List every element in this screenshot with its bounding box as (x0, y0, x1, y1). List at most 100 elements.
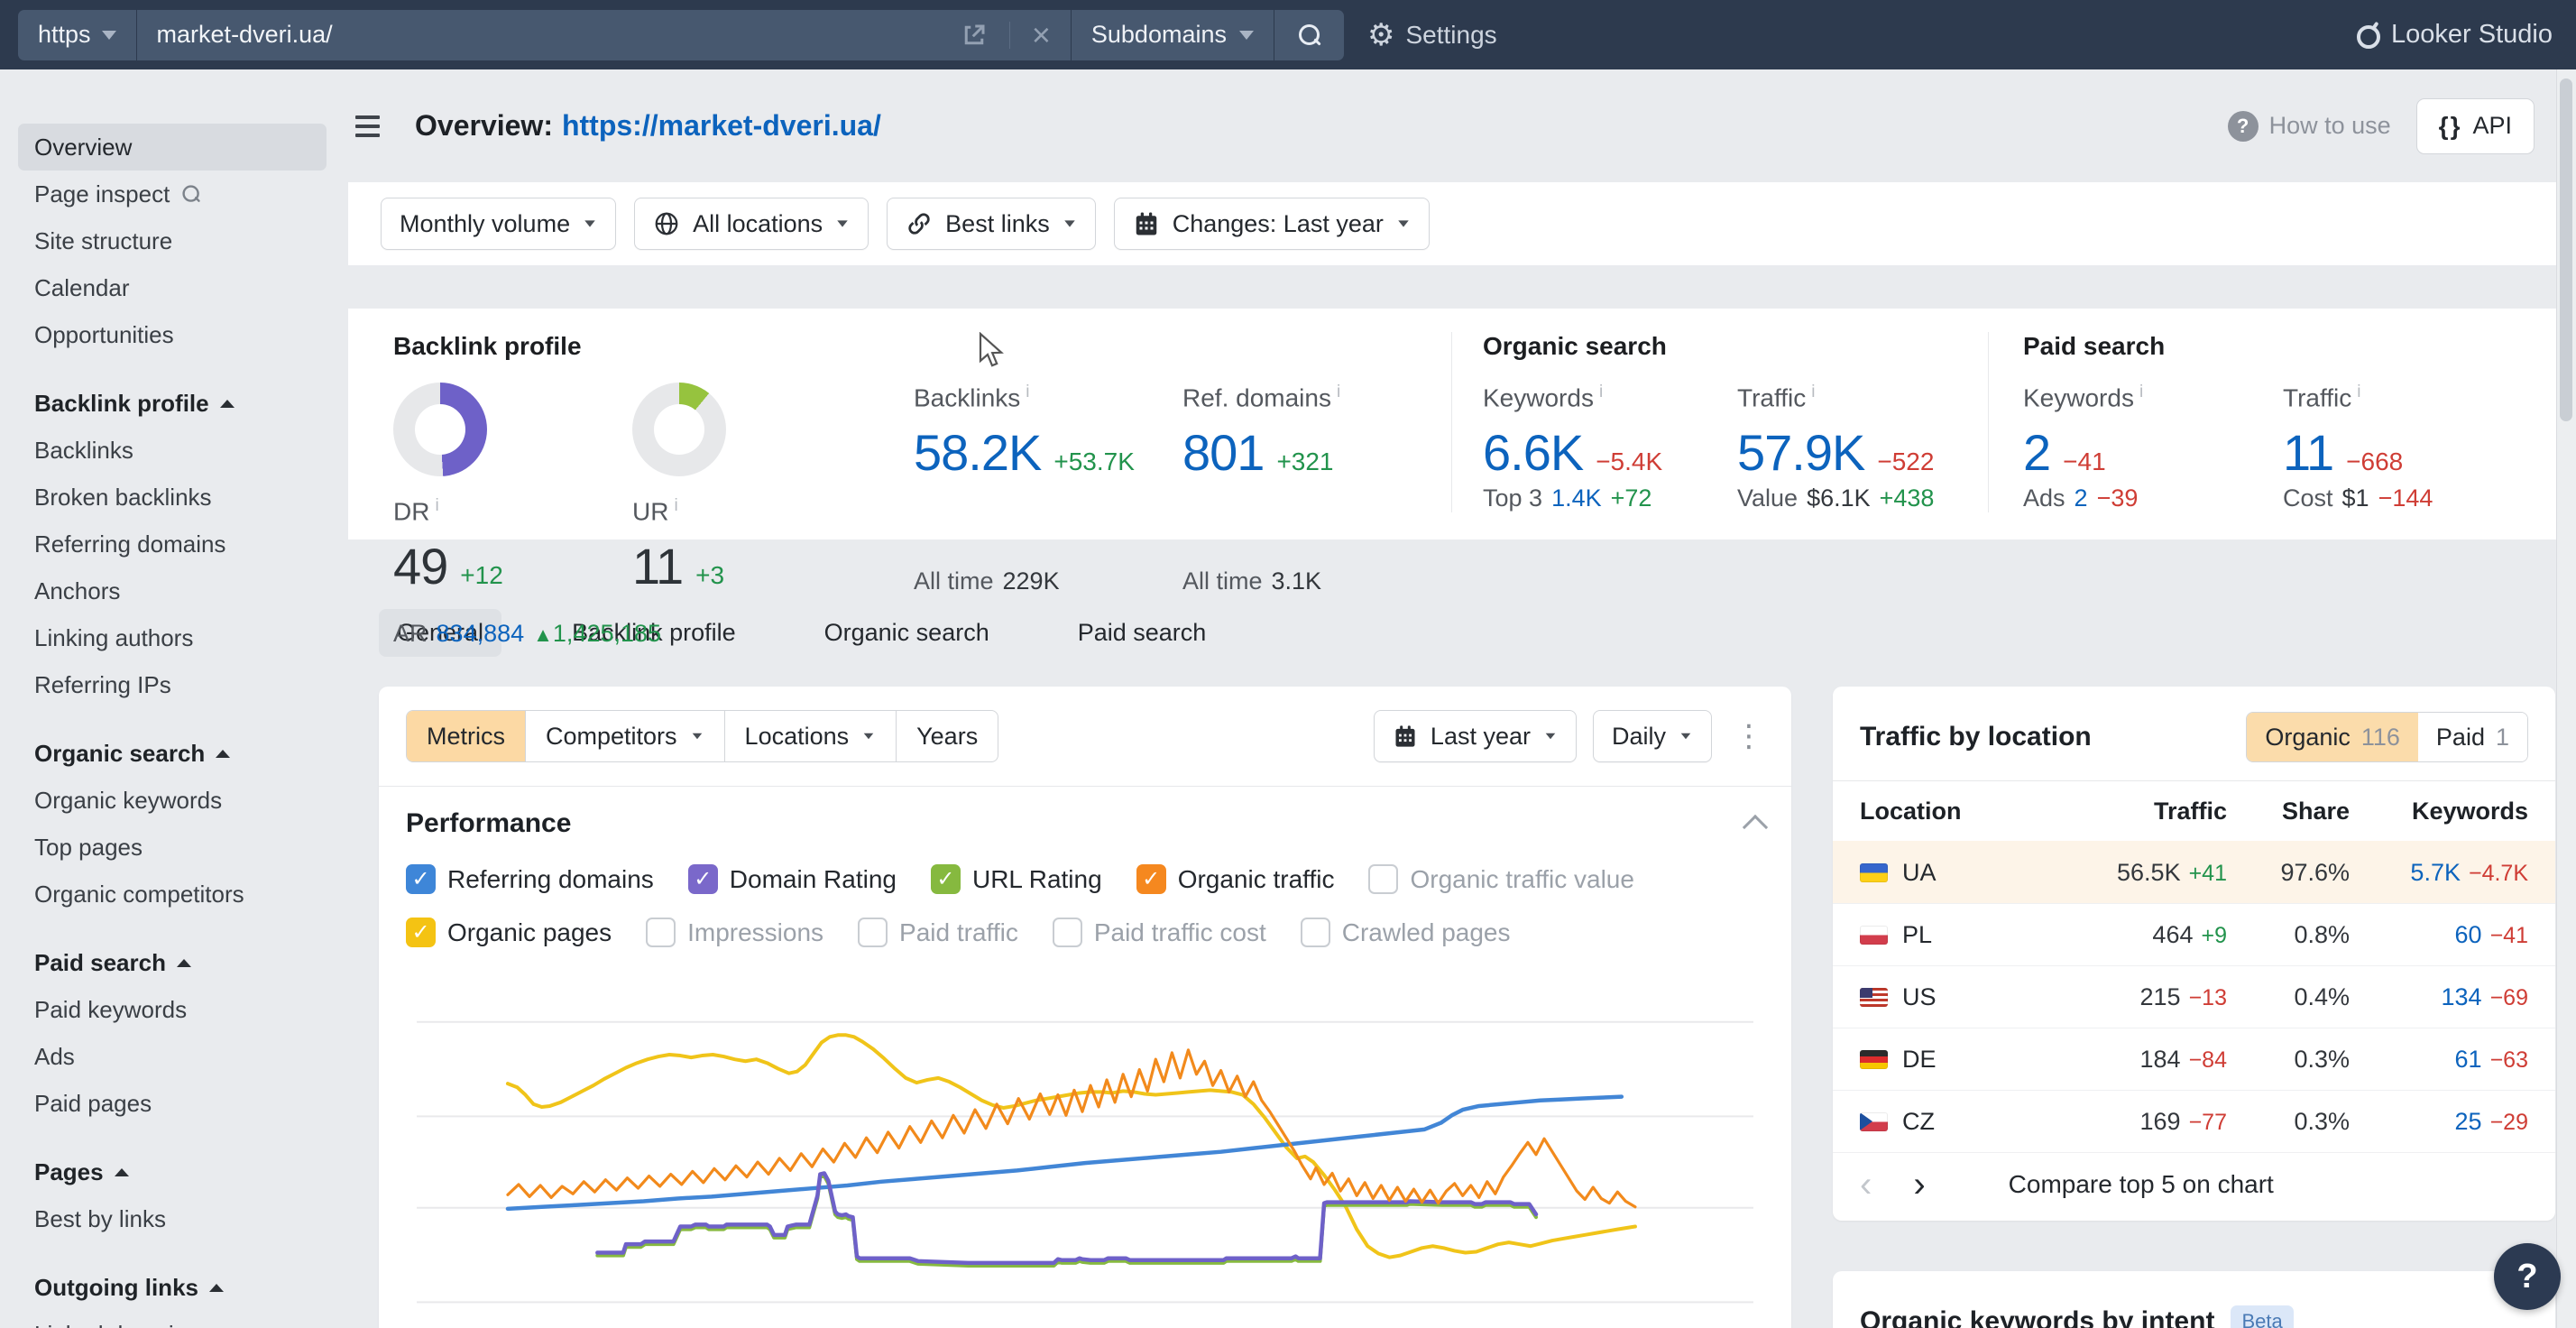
caret-up-icon (115, 1168, 129, 1176)
backlinks-value[interactable]: 58.2K (914, 423, 1041, 482)
scope-dropdown[interactable]: Subdomains (1071, 10, 1274, 60)
cost-line: Cost$1−144 (2283, 484, 2433, 512)
api-button[interactable]: {} API (2416, 98, 2535, 154)
sidebar-item-referring-domains[interactable]: Referring domains (18, 521, 348, 567)
sidebar-item-anchors[interactable]: Anchors (18, 567, 348, 614)
table-row[interactable]: PL 464+9 0.8% 60−41 (1833, 903, 2555, 965)
info-icon[interactable]: i (674, 496, 677, 515)
sidebar-item-organic-keywords[interactable]: Organic keywords (18, 777, 348, 824)
granularity-dropdown[interactable]: Daily (1593, 710, 1712, 762)
best-links-dropdown[interactable]: Best links (887, 198, 1096, 250)
sidebar-item-linking-authors[interactable]: Linking authors (18, 614, 348, 661)
sidebar-item-opportunities[interactable]: Opportunities (18, 311, 348, 358)
checkbox-crawled-pages[interactable]: Crawled pages (1301, 918, 1511, 947)
info-icon[interactable]: i (1599, 383, 1603, 401)
ref-domains-value[interactable]: 801 (1182, 423, 1264, 482)
checkbox-domain-rating[interactable]: Domain Rating (688, 864, 897, 894)
all-locations-dropdown[interactable]: All locations (634, 198, 869, 250)
table-row[interactable]: CZ 169−77 0.3% 25−29 (1833, 1090, 2555, 1152)
checkbox-url-rating[interactable]: URL Rating (931, 864, 1102, 894)
location-table-header: Location Traffic Share Keywords (1860, 781, 2528, 841)
sidebar-item-site-structure[interactable]: Site structure (18, 217, 348, 264)
years-segment[interactable]: Years (896, 711, 998, 761)
sidebar-section-pages[interactable]: Pages (18, 1148, 348, 1195)
clear-input-icon[interactable]: × (1032, 19, 1051, 51)
sidebar-item-backlinks[interactable]: Backlinks (18, 427, 348, 474)
sidebar-item-linked-domains[interactable]: Linked domains (18, 1311, 348, 1328)
sidebar-section-outgoing-links[interactable]: Outgoing links (18, 1264, 348, 1311)
sidebar-item-paid-keywords[interactable]: Paid keywords (18, 986, 348, 1033)
table-row[interactable]: US 215−13 0.4% 134−69 (1833, 965, 2555, 1028)
sidebar-item-best-by-links[interactable]: Best by links (18, 1195, 348, 1242)
competitors-segment[interactable]: Competitors (525, 711, 724, 761)
metrics-segment[interactable]: Metrics (407, 711, 525, 761)
open-in-new-tab-icon[interactable] (961, 22, 988, 49)
settings-button[interactable]: ⚙ Settings (1367, 17, 1497, 53)
performance-chart-area[interactable] (406, 1001, 1764, 1319)
sidebar-item-broken-backlinks[interactable]: Broken backlinks (18, 474, 348, 521)
checkbox-paid-traffic-cost[interactable]: Paid traffic cost (1053, 918, 1266, 947)
sidebar-item-paid-pages[interactable]: Paid pages (18, 1080, 348, 1127)
more-options-icon[interactable]: ⋮ (1734, 718, 1764, 754)
domain-input[interactable]: market-dveri.ua/ × (137, 10, 1071, 60)
help-button[interactable]: ? (2494, 1243, 2561, 1310)
toggle-organic[interactable]: Organic116 (2247, 713, 2418, 761)
triangle-up-icon: ▲ (533, 623, 553, 646)
table-row[interactable]: UA 56.5K+41 97.6% 5.7K−4.7K (1833, 841, 2555, 903)
intent-card-title: Organic keywords by intent (1860, 1306, 2214, 1328)
checkbox-organic-pages[interactable]: Organic pages (406, 918, 612, 947)
page-scrollbar[interactable] (2556, 69, 2576, 1328)
sidebar-item-calendar[interactable]: Calendar (18, 264, 348, 311)
protocol-dropdown[interactable]: https (18, 10, 137, 60)
info-icon[interactable]: i (435, 496, 438, 515)
sidebar-item-organic-competitors[interactable]: Organic competitors (18, 871, 348, 918)
stat-label: Keywords (2023, 383, 2134, 411)
checkbox-referring-domains[interactable]: Referring domains (406, 864, 654, 894)
organic-traffic-value[interactable]: 57.9K (1737, 423, 1864, 482)
info-icon[interactable]: i (1026, 383, 1029, 401)
table-row[interactable]: DE 184−84 0.3% 61−63 (1833, 1028, 2555, 1090)
checkbox-impressions[interactable]: Impressions (646, 918, 823, 947)
info-icon[interactable]: i (1337, 383, 1340, 401)
sidebar-section-paid-search[interactable]: Paid search (18, 939, 348, 986)
sidebar-item-referring-ips[interactable]: Referring IPs (18, 661, 348, 708)
sidebar-item-overview[interactable]: Overview (18, 124, 327, 171)
sidebar-section-backlink-profile[interactable]: Backlink profile (18, 380, 348, 427)
ar-value[interactable]: 834,884 (437, 620, 525, 648)
sidebar-item-page-inspect[interactable]: Page inspect (18, 171, 348, 217)
page-next-icon[interactable]: › (1913, 1167, 1925, 1203)
checkbox-icon (1301, 918, 1330, 947)
checkbox-organic-traffic[interactable]: Organic traffic (1136, 864, 1335, 894)
sidebar-item-ads[interactable]: Ads (18, 1033, 348, 1080)
checkbox-icon (688, 864, 718, 894)
checkbox-organic-traffic-value[interactable]: Organic traffic value (1368, 864, 1634, 894)
collapse-chevron-icon[interactable] (1743, 815, 1768, 840)
checkbox-paid-traffic[interactable]: Paid traffic (858, 918, 1018, 947)
search-button[interactable] (1274, 10, 1344, 60)
page-header: Overview: https://market-dveri.ua/ ? How… (348, 69, 2576, 182)
page-title-url-link[interactable]: https://market-dveri.ua/ (562, 109, 881, 143)
sidebar-item-top-pages[interactable]: Top pages (18, 824, 348, 871)
organic-keywords-value[interactable]: 6.6K (1483, 423, 1583, 482)
info-icon[interactable]: i (2139, 383, 2143, 401)
info-icon[interactable]: i (2357, 383, 2360, 401)
compare-top5-link[interactable]: Compare top 5 on chart (2009, 1170, 2274, 1199)
paid-traffic-value[interactable]: 11 (2283, 423, 2333, 482)
changes-period-dropdown[interactable]: Changes: Last year (1114, 198, 1430, 250)
toggle-paid[interactable]: Paid1 (2418, 713, 2527, 761)
how-to-use-link[interactable]: ? How to use (2228, 111, 2391, 142)
locations-segment[interactable]: Locations (724, 711, 897, 761)
paid-keywords-value[interactable]: 2 (2023, 423, 2050, 482)
looker-studio-link[interactable]: Looker Studio (2355, 20, 2553, 50)
monthly-volume-dropdown[interactable]: Monthly volume (381, 198, 616, 250)
question-circle-icon: ? (2228, 111, 2259, 142)
page-prev-icon[interactable]: ‹ (1860, 1167, 1872, 1203)
tab-organic-search[interactable]: Organic search (806, 609, 1007, 657)
sidebar-toggle-icon[interactable] (355, 106, 395, 146)
tab-paid-search[interactable]: Paid search (1060, 609, 1225, 657)
dr-donut-chart (393, 383, 487, 476)
date-range-dropdown[interactable]: Last year (1374, 710, 1577, 762)
info-icon[interactable]: i (1811, 383, 1815, 401)
scrollbar-thumb[interactable] (2560, 78, 2572, 421)
sidebar-section-organic-search[interactable]: Organic search (18, 730, 348, 777)
